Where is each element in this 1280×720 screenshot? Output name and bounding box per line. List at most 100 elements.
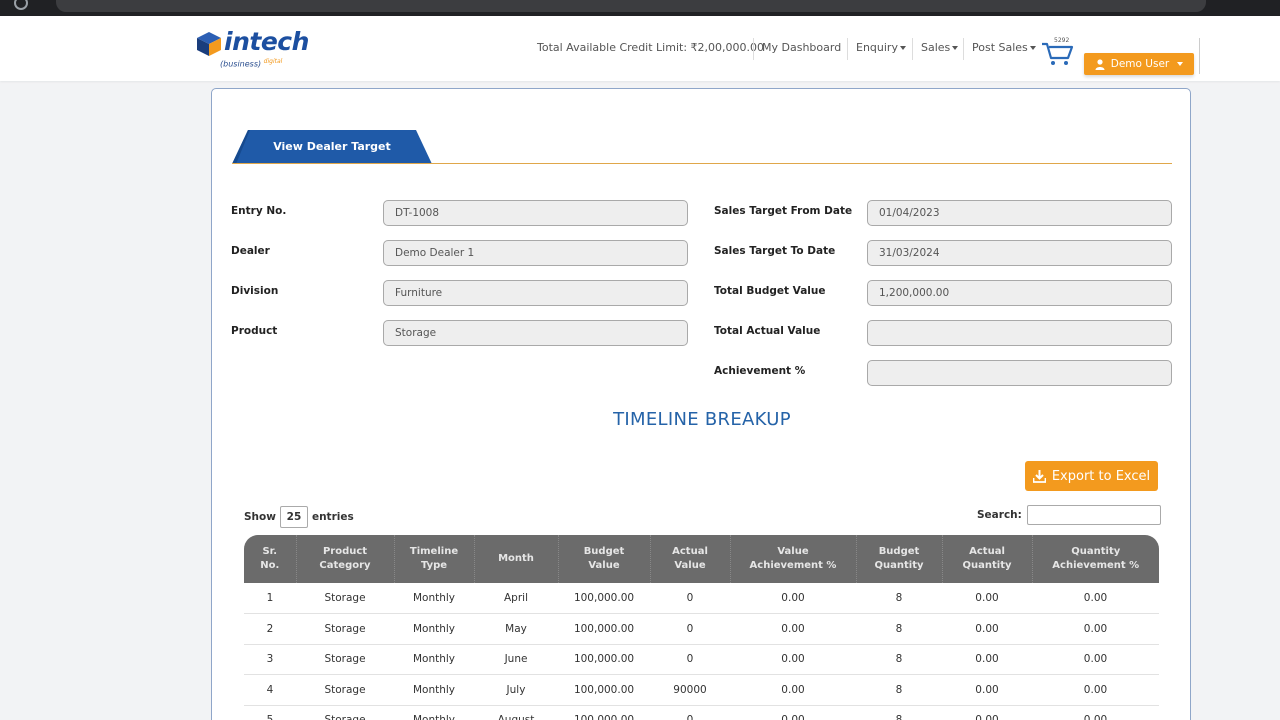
- column-header-text: Sr.: [262, 546, 277, 557]
- column-header-text: No.: [260, 560, 280, 571]
- chevron-down-icon: [1029, 46, 1036, 50]
- cell-budget-value: 100,000.00: [558, 613, 650, 645]
- table-search: Search:: [977, 505, 1161, 525]
- browser-info-icon[interactable]: [14, 0, 28, 10]
- cell-sr-no: 4: [244, 674, 296, 706]
- column-header-sr-no[interactable]: Sr. No.: [244, 535, 297, 583]
- cell-quantity-achievement: 0.00: [1032, 674, 1159, 706]
- column-header-actual-value[interactable]: Actual Value: [650, 535, 731, 583]
- achievement-field[interactable]: [867, 360, 1172, 386]
- table-body: 1 Storage Monthly April 100,000.00 0 0.00 8 0.00…: [244, 583, 1159, 720]
- intech-logo[interactable]: intech (business) digital: [194, 27, 309, 72]
- column-header-timeline-type[interactable]: Timeline Type: [394, 535, 475, 583]
- nav-sales[interactable]: Sales: [921, 41, 959, 54]
- cell-timeline-type: Monthly: [394, 613, 474, 645]
- cell-month: July: [474, 674, 558, 706]
- cell-budget-value: 100,000.00: [558, 644, 650, 675]
- to-date-label: Sales Target To Date: [714, 245, 836, 257]
- cell-actual-quantity: 0.00: [942, 705, 1032, 720]
- table-header-row: Sr. No. Product Category Timeline Type Month Bu…: [244, 535, 1159, 583]
- column-header-text: Achievement %: [749, 560, 837, 571]
- column-header-text: Actual: [672, 546, 708, 557]
- cell-product-category: Storage: [296, 583, 394, 614]
- cell-actual-quantity: 0.00: [942, 674, 1032, 706]
- column-header-text: Month: [498, 553, 534, 564]
- browser-toolbar: [0, 0, 1280, 16]
- entry-no-field[interactable]: [383, 200, 688, 226]
- cell-product-category: Storage: [296, 613, 394, 645]
- total-actual-field[interactable]: [867, 320, 1172, 346]
- cell-quantity-achievement: 0.00: [1032, 705, 1159, 720]
- table-row: 4 Storage Monthly July 100,000.00 90000 0.00 8 0…: [244, 674, 1159, 706]
- product-label: Product: [231, 325, 278, 337]
- cell-value-achievement: 0.00: [730, 674, 856, 706]
- download-icon: [1032, 469, 1046, 483]
- table-row: 2 Storage Monthly May 100,000.00 0 0.00 8 0.00 0.…: [244, 613, 1159, 645]
- site-header: intech (business) digital Total Availabl…: [0, 16, 1280, 81]
- timeline-breakup-title: TIMELINE BREAKUP: [613, 409, 791, 430]
- page-length-control: Show 25 entries: [244, 506, 354, 528]
- tab-view-dealer-target[interactable]: View Dealer Target: [232, 130, 432, 164]
- page-length-select[interactable]: 25: [279, 506, 308, 528]
- column-header-actual-quantity[interactable]: Actual Quantity: [942, 535, 1033, 583]
- cell-timeline-type: Monthly: [394, 644, 474, 675]
- product-field[interactable]: [383, 320, 688, 346]
- logo-subtitle: (business) digital: [220, 58, 283, 69]
- cell-quantity-achievement: 0.00: [1032, 644, 1159, 675]
- table-row: 3 Storage Monthly June 100,000.00 0 0.00 8 0.00 0…: [244, 644, 1159, 675]
- column-header-budget-value[interactable]: Budget Value: [558, 535, 651, 583]
- from-date-label: Sales Target From Date: [714, 205, 853, 217]
- export-excel-button[interactable]: Export to Excel: [1025, 461, 1158, 491]
- cell-budget-quantity: 8: [856, 613, 942, 645]
- achievement-label: Achievement %: [714, 365, 806, 377]
- cell-product-category: Storage: [296, 644, 394, 675]
- total-budget-field[interactable]: [867, 280, 1172, 306]
- cell-actual-value: 90000: [650, 674, 730, 706]
- column-header-budget-quantity[interactable]: Budget Quantity: [856, 535, 943, 583]
- cell-value-achievement: 0.00: [730, 705, 856, 720]
- nav-divider: [963, 38, 964, 60]
- timeline-table: Sr. No. Product Category Timeline Type Month Bu…: [244, 535, 1159, 720]
- table-row: 1 Storage Monthly April 100,000.00 0 0.00 8 0.00…: [244, 583, 1159, 614]
- cell-product-category: Storage: [296, 674, 394, 706]
- division-field[interactable]: [383, 280, 688, 306]
- column-header-quantity-achievement[interactable]: Quantity Achievement %: [1032, 535, 1159, 583]
- nav-my-dashboard[interactable]: My Dashboard: [762, 41, 841, 54]
- browser-address-bar[interactable]: [56, 0, 1206, 12]
- division-label: Division: [231, 285, 279, 297]
- cell-actual-value: 0: [650, 613, 730, 645]
- cell-budget-quantity: 8: [856, 705, 942, 720]
- logo-cube-icon: [197, 32, 221, 56]
- cell-quantity-achievement: 0.00: [1032, 583, 1159, 614]
- cell-quantity-achievement: 0.00: [1032, 613, 1159, 645]
- search-input[interactable]: [1026, 505, 1161, 525]
- column-header-text: Quantity: [874, 560, 924, 571]
- cell-sr-no: 5: [244, 705, 296, 720]
- chevron-down-icon: [952, 46, 959, 50]
- cell-month: June: [474, 644, 558, 675]
- tab-underline: [232, 163, 1172, 164]
- column-header-value-achievement[interactable]: Value Achievement %: [730, 535, 857, 583]
- dealer-field[interactable]: [383, 240, 688, 266]
- search-label: Search:: [977, 509, 1022, 521]
- nav-post-sales[interactable]: Post Sales: [972, 41, 1036, 54]
- nav-enquiry[interactable]: Enquiry: [856, 41, 906, 54]
- cell-budget-quantity: 8: [856, 674, 942, 706]
- entries-label: entries: [311, 511, 354, 523]
- column-header-text: Product: [322, 546, 368, 557]
- cell-sr-no: 2: [244, 613, 296, 645]
- user-menu-button[interactable]: Demo User: [1084, 53, 1194, 75]
- chevron-down-icon: [899, 46, 906, 50]
- to-date-field[interactable]: [867, 240, 1172, 266]
- cell-budget-quantity: 8: [856, 644, 942, 675]
- column-header-month[interactable]: Month: [474, 535, 559, 583]
- cell-actual-quantity: 0.00: [942, 644, 1032, 675]
- cell-month: August: [474, 705, 558, 720]
- total-actual-label: Total Actual Value: [714, 325, 821, 337]
- column-header-product-category[interactable]: Product Category: [296, 535, 395, 583]
- column-header-text: Value: [588, 560, 620, 571]
- from-date-field[interactable]: [867, 200, 1172, 226]
- column-header-text: Quantity: [962, 560, 1012, 571]
- cell-actual-quantity: 0.00: [942, 583, 1032, 614]
- show-label: Show: [244, 511, 276, 523]
